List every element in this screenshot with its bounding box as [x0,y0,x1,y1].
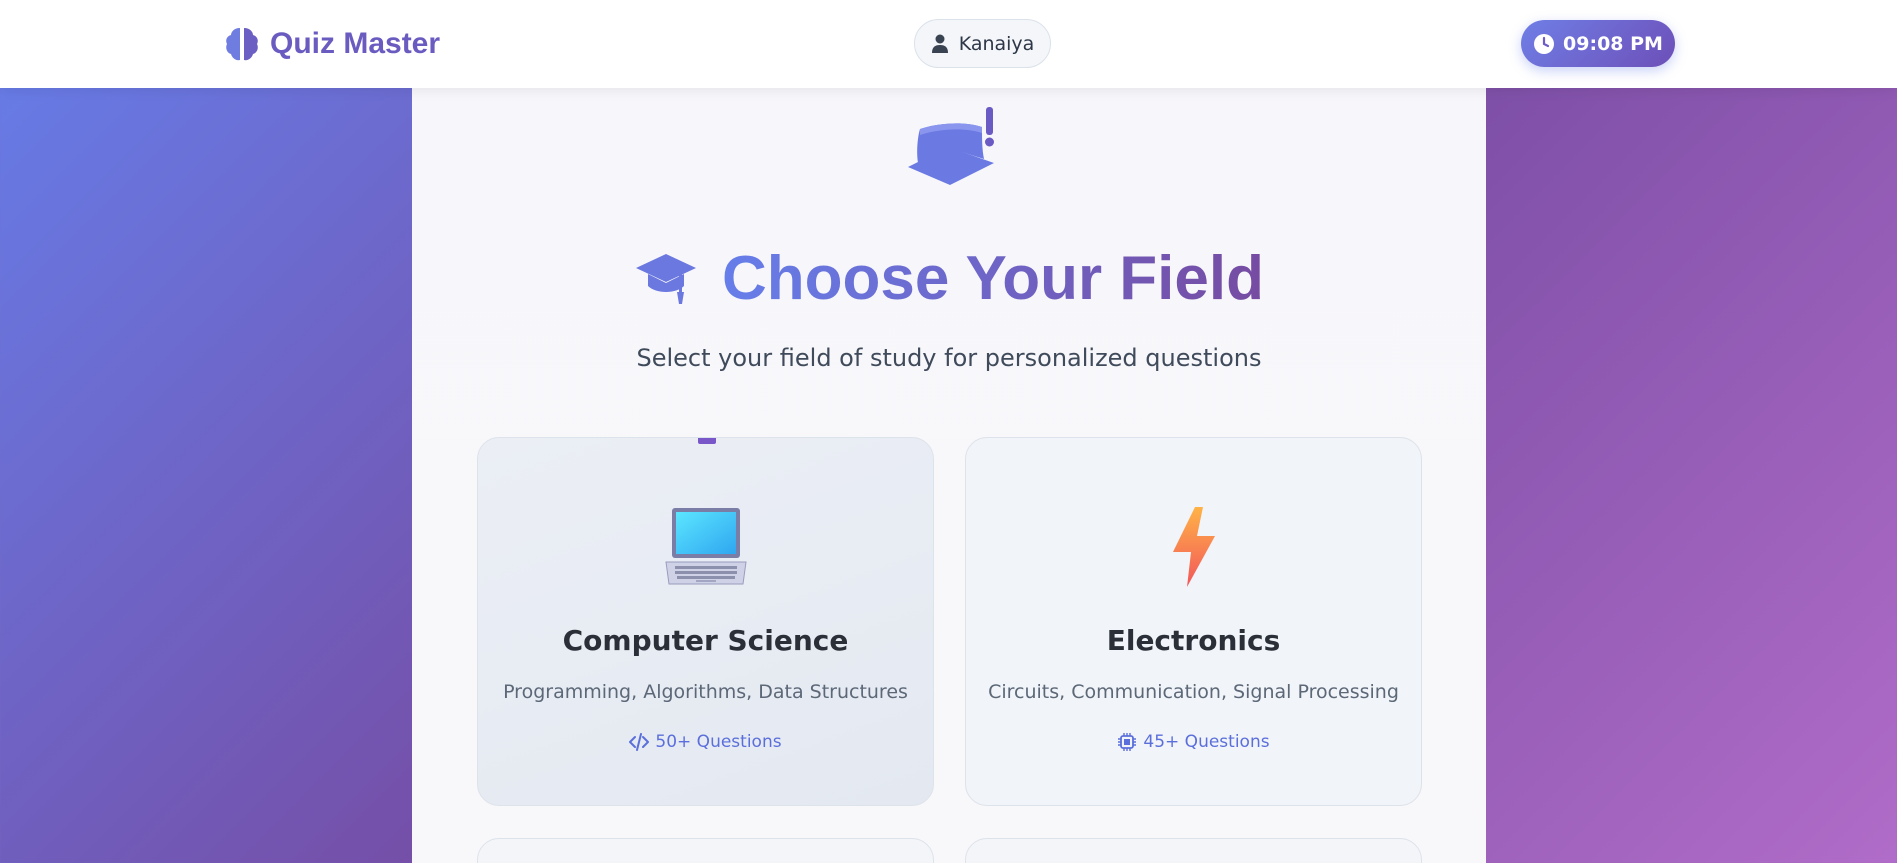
clock-badge: 09:08 PM [1521,20,1675,67]
field-name: Computer Science [562,624,849,657]
lightning-icon [1172,507,1215,587]
field-description: Circuits, Communication, Signal Processi… [988,681,1399,703]
field-name: Electronics [1106,624,1281,657]
question-count-badge: 50+ Questions [478,732,933,752]
field-card-partial[interactable] [477,838,934,863]
laptop-icon [664,508,747,585]
brain-icon [226,28,258,61]
graduation-cap-icon [636,254,696,304]
user-profile-button[interactable]: Kanaiya [914,19,1051,68]
current-time: 09:08 PM [1563,32,1663,55]
chip-icon [1118,733,1137,751]
brand-logo[interactable]: Quiz Master [224,22,440,66]
question-count-badge: 45+ Questions [966,732,1421,752]
field-card-computer-science[interactable]: Computer Science Programming, Algorithms… [477,437,934,806]
field-card-electronics[interactable]: Electronics Circuits, Communication, Sig… [965,437,1422,806]
page-subtitle: Select your field of study for personali… [636,344,1262,372]
field-card-partial[interactable] [965,838,1422,863]
user-name: Kanaiya [958,32,1035,55]
brand-name: Quiz Master [270,27,441,60]
user-icon [931,34,948,53]
field-description: Programming, Algorithms, Data Structures [503,681,908,703]
page-title: Choose Your Field [722,243,1264,313]
graduation-cap-icon [908,107,994,185]
clock-icon [1534,33,1555,54]
question-count: 50+ Questions [655,732,782,752]
main-panel: Choose Your Field Select your field of s… [412,88,1486,863]
card-active-indicator [698,438,716,444]
code-icon [629,733,650,751]
top-navbar: Quiz Master Kanaiya 09:08 PM [0,0,1897,88]
card-icon-wrapper [478,506,933,588]
question-count: 45+ Questions [1143,732,1270,752]
page-heading: Choose Your Field [412,238,1486,318]
card-icon-wrapper [966,506,1421,588]
